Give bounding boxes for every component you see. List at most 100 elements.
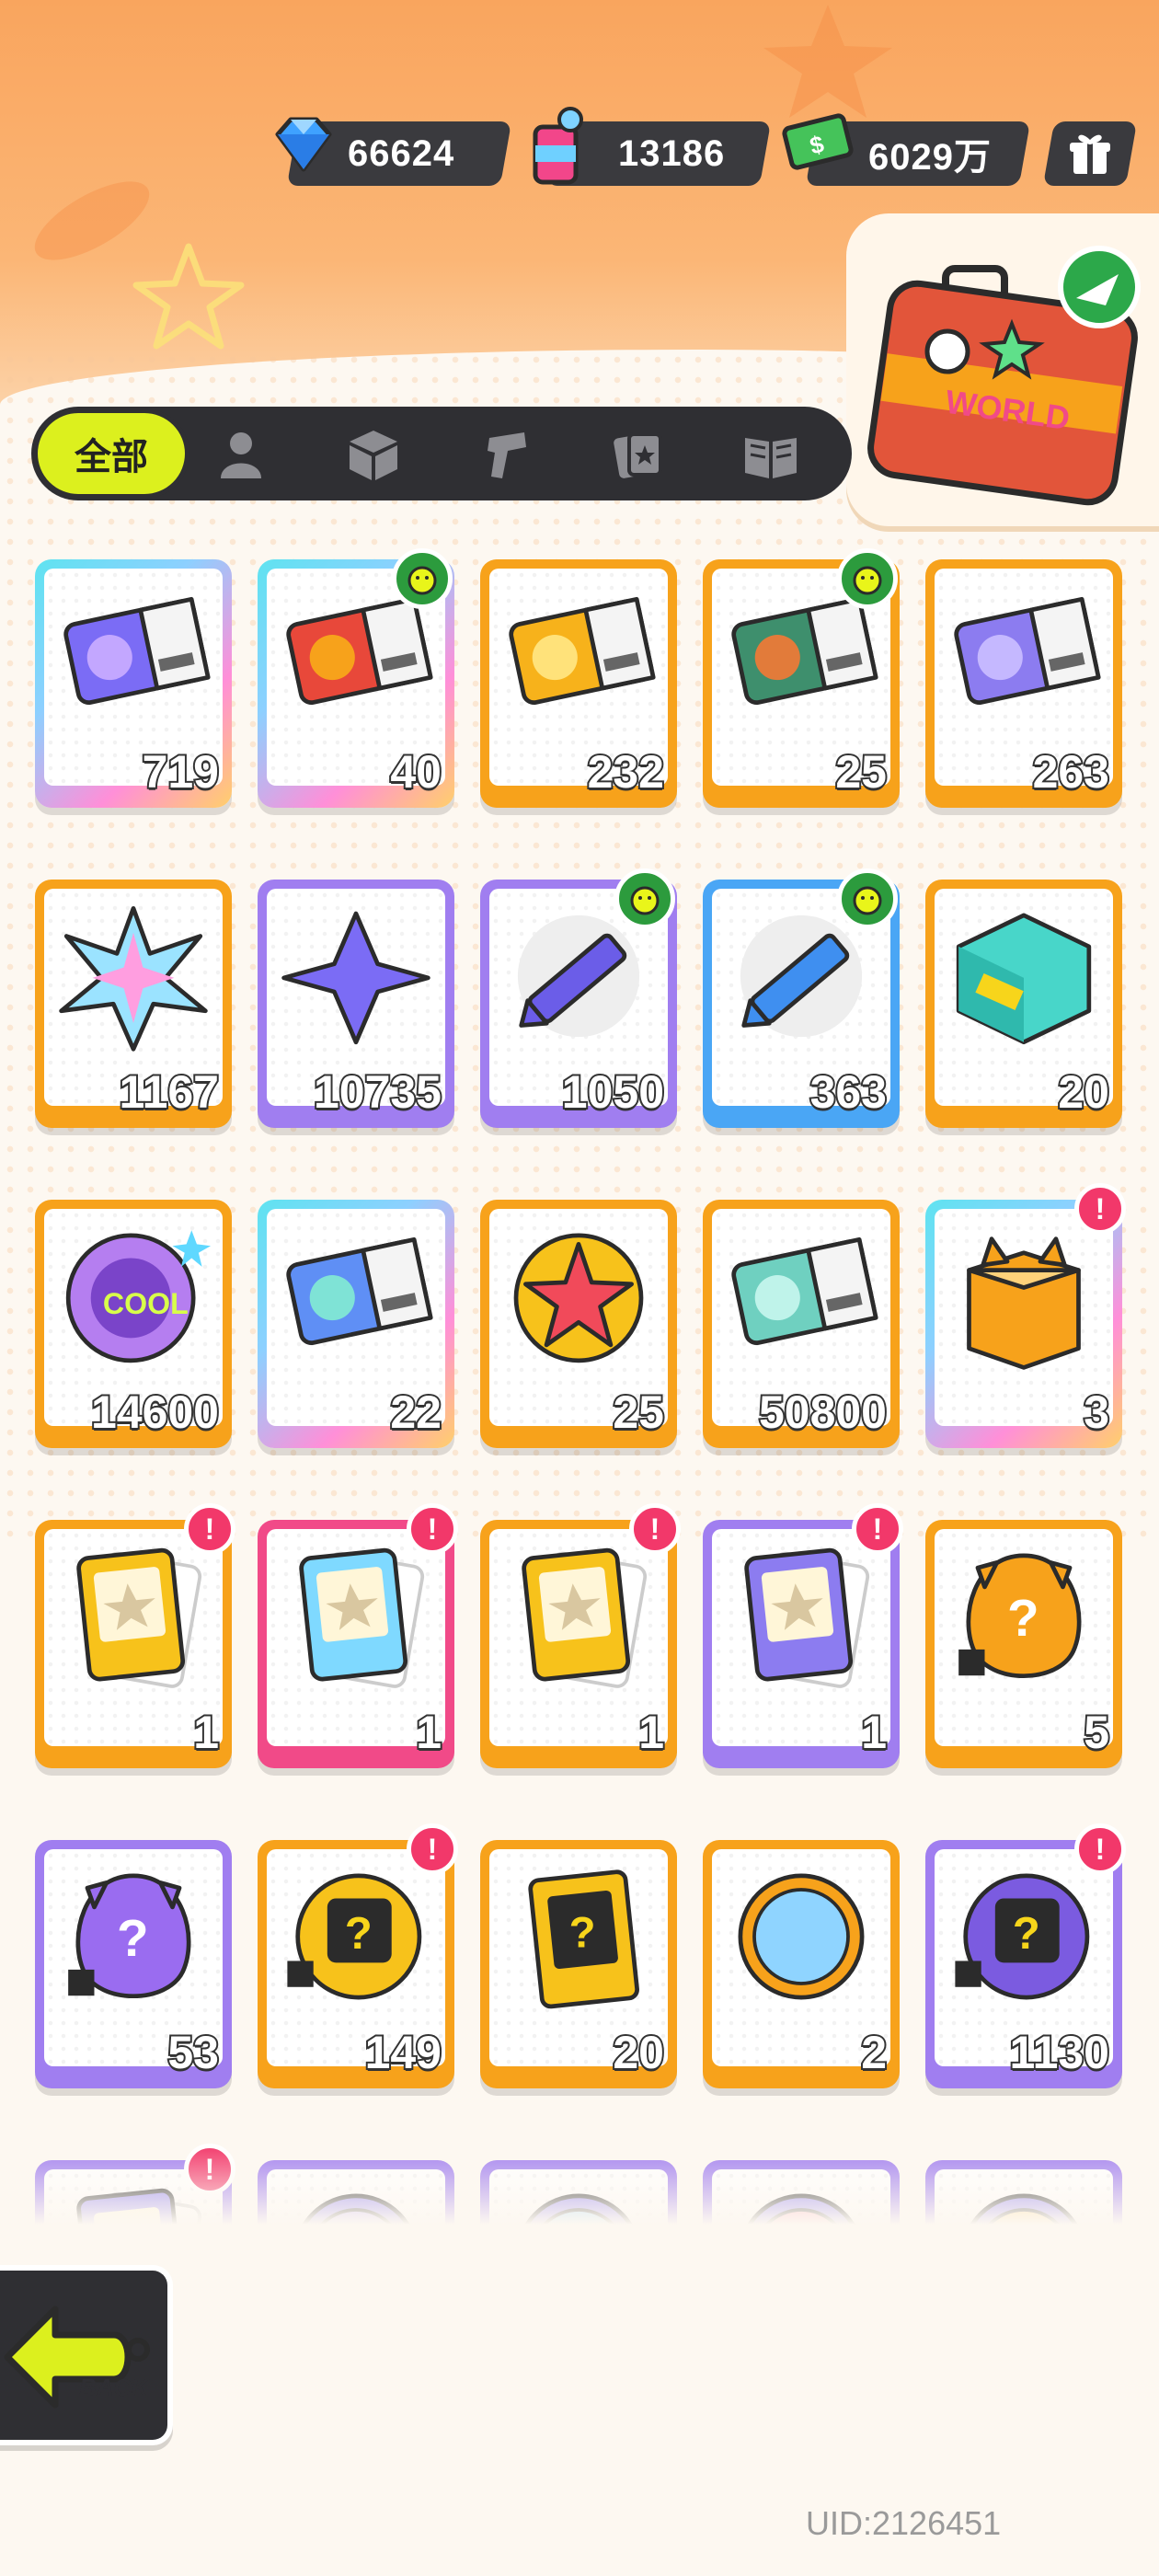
gold-travel-card-2-icon xyxy=(522,1547,648,1688)
item-count: 1130 xyxy=(1008,2025,1112,2080)
purple-ticket-icon xyxy=(63,596,211,705)
person-icon[interactable] xyxy=(212,425,270,484)
alert-badge-icon: ! xyxy=(1074,1823,1126,1875)
cards-icon[interactable] xyxy=(609,425,668,484)
item-card[interactable]: 719 xyxy=(35,559,232,808)
gift-icon xyxy=(1070,134,1110,174)
item-card[interactable]: 1050 xyxy=(480,868,677,1128)
item-card[interactable]: 363 xyxy=(703,868,900,1128)
alert-badge-icon: ! xyxy=(184,1503,235,1555)
item-card[interactable]: 232 xyxy=(480,559,677,808)
star-badge-icon xyxy=(513,1233,644,1363)
item-count: 1167 xyxy=(118,1064,222,1120)
item-card[interactable]: ? 20 xyxy=(480,1840,677,2088)
purple-mystery-egg-icon: ? xyxy=(68,1873,191,1998)
new-bird-badge-icon xyxy=(837,868,898,929)
rainbow-travel-card-icon xyxy=(299,1547,425,1688)
item-card[interactable]: 20 xyxy=(925,880,1122,1128)
alert-badge-icon: ! xyxy=(852,1503,903,1555)
alert-badge-icon: ! xyxy=(1074,1183,1126,1235)
item-card[interactable]: ? 149! xyxy=(258,1823,458,2088)
paint-value: 13186 xyxy=(618,132,726,174)
new-bird-badge-icon xyxy=(614,868,675,929)
gold-travel-card-icon xyxy=(76,1547,202,1688)
rainbow-star-icon xyxy=(59,905,208,1052)
item-count: 3 xyxy=(1082,1385,1111,1440)
svg-text:?: ? xyxy=(569,1908,596,1957)
svg-text:COOL: COOL xyxy=(103,1287,189,1320)
item-count: 263 xyxy=(1031,744,1111,799)
item-card[interactable]: ? 1130! xyxy=(925,1823,1126,2088)
color-block-icon xyxy=(956,913,1092,1045)
suitcase-panel[interactable]: WORLD xyxy=(846,213,1159,526)
spray-gun-icon[interactable] xyxy=(476,425,535,484)
season-ticket-icon xyxy=(731,1236,878,1345)
item-count: 20 xyxy=(1056,1064,1111,1120)
item-count: 1 xyxy=(859,1705,889,1760)
cat-box-icon xyxy=(967,1236,1081,1370)
item-card[interactable]: 3! xyxy=(925,1183,1126,1448)
cash-value: 6029万 xyxy=(868,137,992,178)
user-id: UID:2126451 xyxy=(806,2504,1002,2542)
purple-star-icon xyxy=(281,911,430,1045)
violet-ticket-icon xyxy=(954,596,1101,705)
item-count: 50800 xyxy=(757,1385,889,1440)
deity-mystery-purple-icon: ? xyxy=(955,1873,1090,2000)
item-card[interactable]: 25 xyxy=(480,1200,677,1448)
item-count: 1 xyxy=(637,1705,666,1760)
item-count: 14600 xyxy=(89,1385,221,1440)
item-card[interactable]: 1167 xyxy=(35,880,232,1128)
item-card[interactable]: ? 53 xyxy=(35,1840,232,2088)
paint-can-icon xyxy=(533,107,583,185)
item-card[interactable]: 25 xyxy=(703,548,900,808)
item-count: 1 xyxy=(191,1705,221,1760)
box-icon[interactable] xyxy=(344,425,403,484)
cool-badge-icon: COOL xyxy=(65,1230,212,1363)
book-icon[interactable] xyxy=(741,425,800,484)
purple-travel-card-icon xyxy=(744,1547,870,1688)
decorative-star-icon xyxy=(763,5,892,118)
suitcase-world-icon: WORLD xyxy=(867,246,1141,506)
svg-text:?: ? xyxy=(1013,1909,1040,1959)
item-count: 25 xyxy=(611,1385,666,1440)
svg-text:?: ? xyxy=(1007,1590,1039,1648)
item-card[interactable]: 1! xyxy=(258,1503,458,1768)
new-bird-badge-icon xyxy=(837,548,898,609)
back-arrow-icon xyxy=(4,2306,150,2409)
item-card[interactable]: 2 xyxy=(703,1840,900,2088)
item-count: 40 xyxy=(388,744,443,799)
gold-mystery-egg-icon: ? xyxy=(958,1553,1082,1678)
new-bird-badge-icon xyxy=(392,548,453,609)
item-card[interactable]: 263 xyxy=(925,559,1122,808)
item-card[interactable]: 40 xyxy=(258,548,454,808)
svg-text:?: ? xyxy=(345,1909,373,1959)
item-card[interactable]: 22 xyxy=(258,1200,454,1448)
tab-all[interactable]: 全部 xyxy=(33,408,189,499)
item-count: 10735 xyxy=(312,1064,443,1120)
item-card[interactable]: 1! xyxy=(480,1503,681,1768)
gift-button[interactable] xyxy=(1042,121,1138,186)
lottery-ticket-icon xyxy=(286,1236,433,1345)
svg-text:?: ? xyxy=(117,1910,149,1968)
item-count: 2 xyxy=(859,2025,889,2080)
item-card[interactable]: COOL 14600 xyxy=(35,1200,232,1448)
alert-badge-icon: ! xyxy=(407,1823,458,1875)
item-card[interactable]: 1! xyxy=(703,1503,903,1768)
travel-mystery-card-icon: ? xyxy=(528,1869,639,2009)
scroll-fade xyxy=(0,2144,1159,2245)
gold-ticket-icon xyxy=(509,596,656,705)
item-card[interactable]: 50800 xyxy=(703,1200,900,1448)
item-card[interactable]: 1! xyxy=(35,1503,235,1768)
item-count: 363 xyxy=(809,1064,889,1120)
item-count: 149 xyxy=(363,2025,443,2080)
bunny-coin-icon xyxy=(738,1873,865,2000)
item-count: 25 xyxy=(833,744,889,799)
cash-icon: $ xyxy=(782,113,854,170)
item-card[interactable]: ? 5 xyxy=(925,1520,1122,1768)
item-count: 53 xyxy=(166,2025,221,2080)
back-button[interactable]: BACK xyxy=(0,2265,173,2445)
item-card[interactable]: 10735 xyxy=(258,880,454,1128)
decorative-splash-icon xyxy=(34,181,150,260)
diamond-icon xyxy=(275,117,332,172)
item-count: 1050 xyxy=(560,1064,666,1120)
